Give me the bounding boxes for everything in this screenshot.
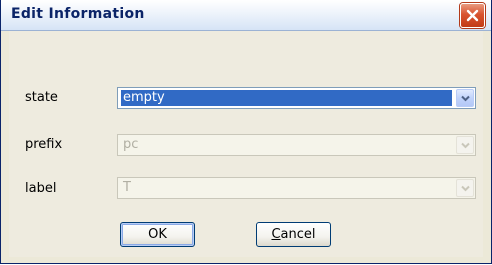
dialog-body: state empty prefix pc label T OK Cancel (9, 31, 483, 257)
ok-button-label: OK (148, 227, 167, 242)
title-bar[interactable]: Edit Information (1, 0, 491, 31)
prefix-dropdown-button[interactable] (456, 136, 474, 154)
close-button[interactable] (460, 3, 485, 28)
state-value: empty (121, 90, 452, 106)
prefix-dropdown[interactable]: pc (117, 134, 476, 156)
state-dropdown-button[interactable] (456, 89, 474, 107)
dialog-title: Edit Information (11, 6, 145, 22)
chevron-down-icon (461, 95, 470, 102)
label-dropdown-button[interactable] (456, 179, 474, 197)
state-label: state (25, 90, 58, 105)
edit-information-dialog: Edit Information state empty prefix pc l… (0, 0, 492, 264)
cancel-button[interactable]: Cancel (256, 222, 331, 247)
cancel-button-label: ancel (280, 227, 316, 242)
label-label: label (25, 181, 57, 196)
chevron-down-icon (461, 142, 470, 149)
label-value: T (123, 180, 131, 195)
cancel-mnemonic: C (271, 227, 281, 242)
state-dropdown[interactable]: empty (117, 87, 476, 109)
chevron-down-icon (461, 185, 470, 192)
prefix-value: pc (123, 137, 139, 152)
label-dropdown[interactable]: T (117, 177, 476, 199)
prefix-label: prefix (25, 137, 63, 152)
close-icon (466, 9, 479, 22)
ok-button[interactable]: OK (120, 222, 195, 247)
